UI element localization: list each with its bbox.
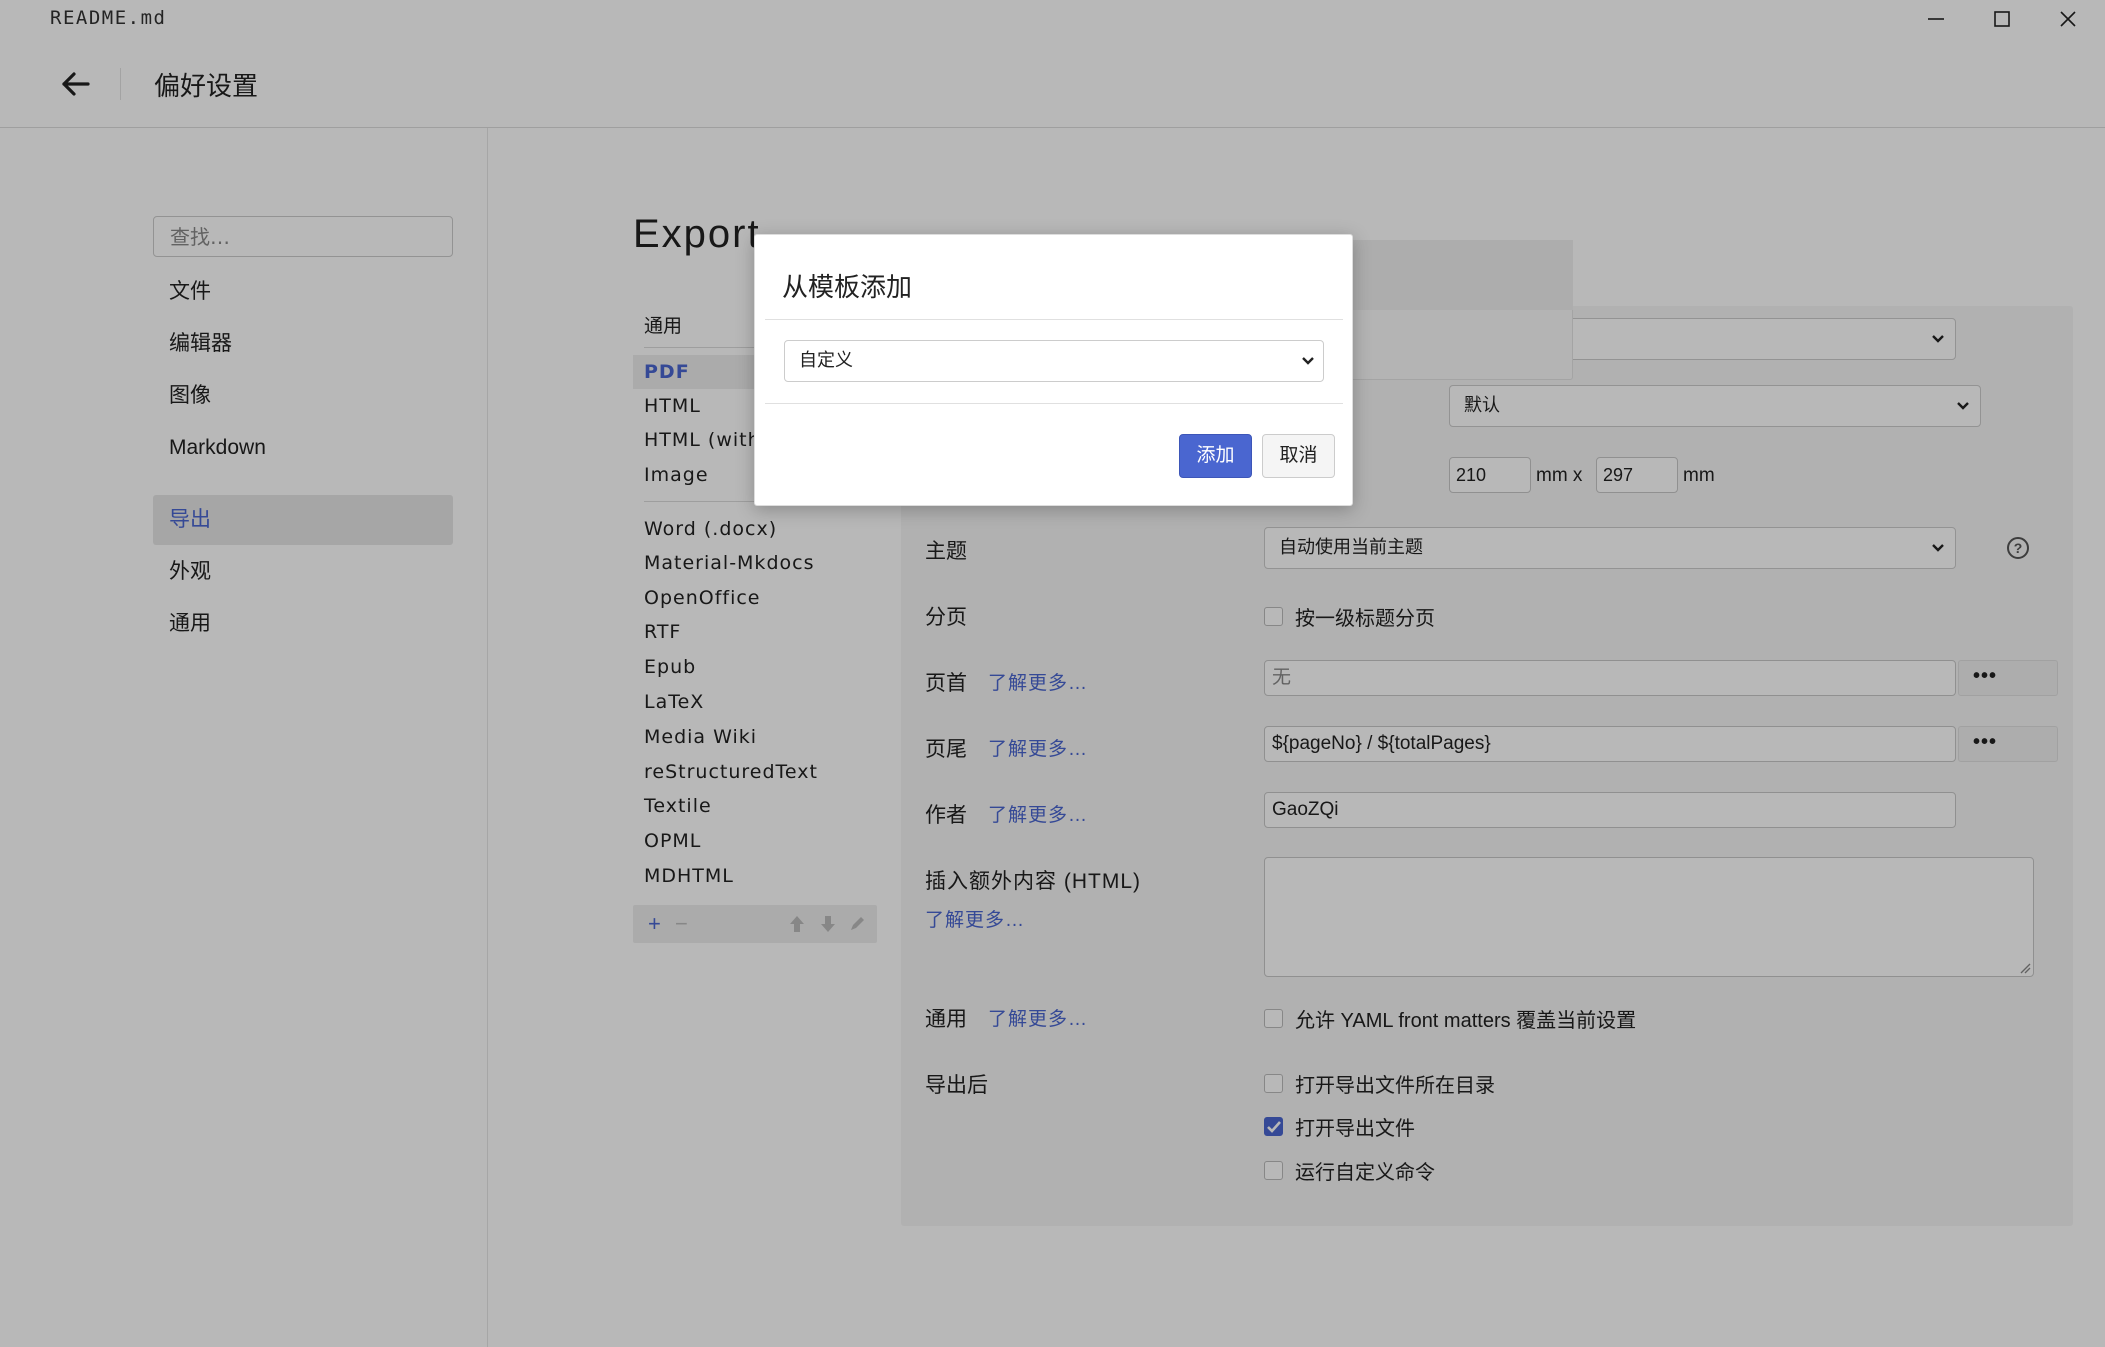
dialog-title: 从模板添加 bbox=[782, 272, 913, 302]
template-select[interactable]: 自定义 bbox=[784, 340, 1324, 382]
cancel-button[interactable]: 取消 bbox=[1262, 434, 1335, 478]
modal-backdrop[interactable] bbox=[0, 0, 2105, 1347]
add-from-template-dialog: 从模板添加 自定义 添加 取消 bbox=[754, 234, 1353, 506]
add-button[interactable]: 添加 bbox=[1179, 434, 1252, 478]
dialog-divider bbox=[765, 403, 1343, 404]
chevron-down-icon bbox=[1301, 341, 1315, 396]
dialog-divider bbox=[765, 319, 1343, 320]
template-select-value: 自定义 bbox=[799, 350, 853, 371]
